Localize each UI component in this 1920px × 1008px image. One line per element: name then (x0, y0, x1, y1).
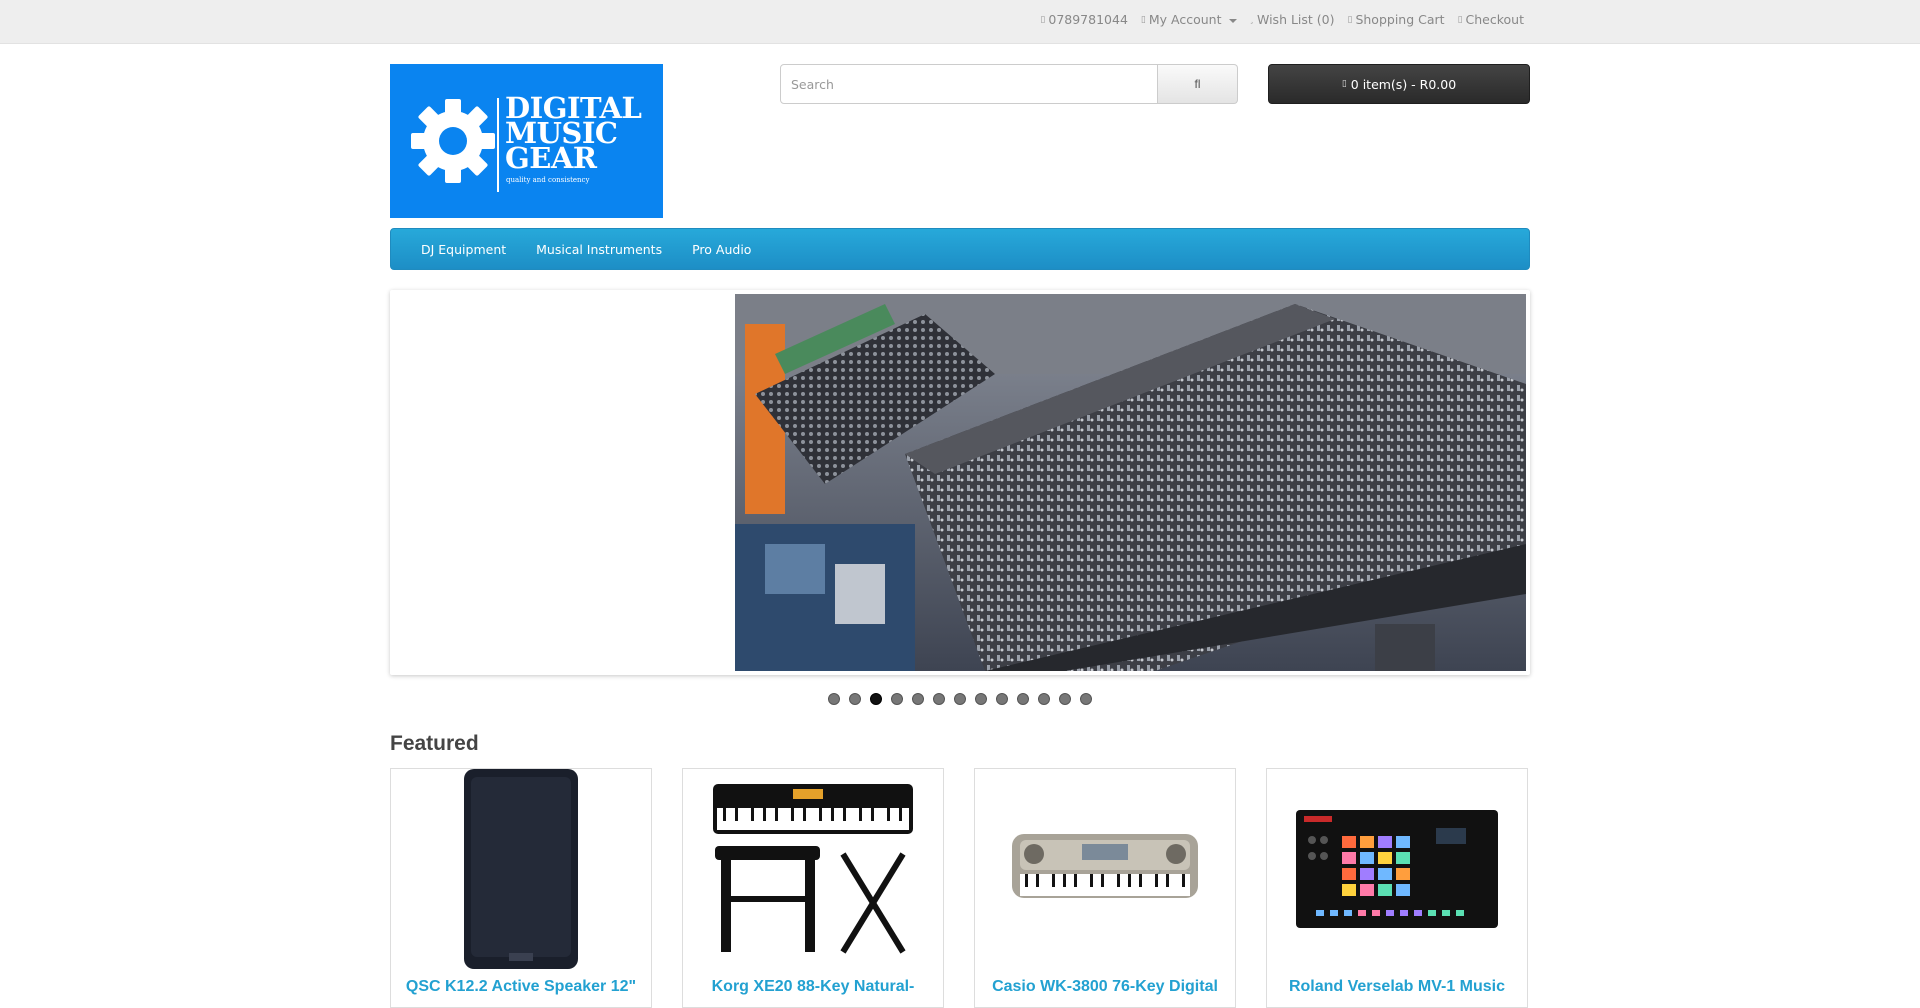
product-name[interactable]: Korg XE20 88-Key Natural- (683, 978, 943, 996)
pager-dot[interactable] (1017, 693, 1029, 705)
search-icon: ﬂ (1194, 77, 1201, 91)
product-card[interactable]: Korg XE20 88-Key Natural- (682, 768, 944, 1008)
gear-icon (411, 99, 495, 183)
search-bar: ﬂ (780, 64, 1238, 104)
my-account-label: My Account (1148, 12, 1222, 27)
pager-dot[interactable] (849, 693, 861, 705)
product-image-digital-piano[interactable] (683, 769, 943, 969)
slideshow[interactable] (390, 290, 1530, 675)
pager-dot[interactable] (1038, 693, 1050, 705)
shopping-cart-label: Shopping Cart (1355, 12, 1445, 27)
logo-wordmark: DIGITAL MUSIC GEAR (505, 94, 642, 175)
slideshow-pager (828, 693, 1092, 705)
product-name[interactable]: Casio WK-3800 76-Key Digital (975, 978, 1235, 996)
menu-item-pro-audio[interactable]: Pro Audio (677, 242, 766, 257)
search-input[interactable] (780, 64, 1158, 104)
share-icon: ▯ (1457, 14, 1463, 25)
top-bar: ▯ 0789781044 ▯ My Account ¸ Wish List (0… (0, 0, 1920, 44)
pager-dot[interactable] (1080, 693, 1092, 705)
pager-dot[interactable] (975, 693, 987, 705)
product-name[interactable]: QSC K12.2 Active Speaker 12" (391, 978, 651, 996)
featured-heading: Featured (390, 732, 479, 755)
pager-dot[interactable] (933, 693, 945, 705)
product-image-keyboard[interactable] (975, 769, 1235, 969)
pager-dot[interactable] (891, 693, 903, 705)
wishlist-link[interactable]: ¸ Wish List (0) (1250, 12, 1335, 27)
product-card[interactable]: Casio WK-3800 76-Key Digital (974, 768, 1236, 1008)
phone-number: 0789781044 (1048, 12, 1128, 27)
my-account-dropdown[interactable]: ▯ My Account (1141, 12, 1237, 27)
top-links: ▯ 0789781044 ▯ My Account ¸ Wish List (0… (1040, 12, 1524, 27)
product-card[interactable]: Roland Verselab MV-1 Music (1266, 768, 1528, 1008)
cart-summary: 0 item(s) - R0.00 (1350, 76, 1457, 92)
featured-products: QSC K12.2 Active Speaker 12" Korg XE20 8… (390, 768, 1530, 1008)
cart-button[interactable]: ▯ 0 item(s) - R0.00 (1268, 64, 1530, 104)
product-name[interactable]: Roland Verselab MV-1 Music (1267, 978, 1527, 996)
pager-dot[interactable] (1059, 693, 1071, 705)
logo-divider (497, 98, 499, 192)
phone-link[interactable]: ▯ 0789781044 (1040, 12, 1127, 27)
heart-icon: ¸ (1249, 14, 1255, 25)
pager-dot[interactable] (912, 693, 924, 705)
pager-dot[interactable] (954, 693, 966, 705)
store-logo[interactable]: DIGITAL MUSIC GEAR quality and consisten… (390, 64, 663, 218)
pager-dot[interactable] (870, 693, 882, 705)
pager-dot[interactable] (828, 693, 840, 705)
checkout-link[interactable]: ▯ Checkout (1458, 12, 1524, 27)
menu-item-dj-equipment[interactable]: DJ Equipment (406, 242, 521, 257)
main-menu: DJ Equipment Musical Instruments Pro Aud… (390, 228, 1530, 270)
logo-line-3: GEAR (505, 141, 597, 175)
phone-icon: ▯ (1040, 14, 1046, 25)
menu-item-musical-instruments[interactable]: Musical Instruments (521, 242, 677, 257)
wishlist-label: Wish List (0) (1257, 12, 1335, 27)
slide-image-mixing-console (735, 294, 1526, 671)
product-card[interactable]: QSC K12.2 Active Speaker 12" (390, 768, 652, 1008)
product-image-speaker[interactable] (391, 769, 651, 969)
search-button[interactable]: ﬂ (1158, 64, 1238, 104)
caret-down-icon (1228, 18, 1237, 23)
logo-tagline: quality and consistency (506, 176, 590, 184)
cart-icon: ▯ (1347, 14, 1353, 25)
cart-icon: ▯ (1341, 79, 1347, 89)
shopping-cart-link[interactable]: ▯ Shopping Cart (1348, 12, 1445, 27)
checkout-label: Checkout (1465, 12, 1524, 27)
user-icon: ▯ (1140, 14, 1146, 25)
pager-dot[interactable] (996, 693, 1008, 705)
product-image-music-workstation[interactable] (1267, 769, 1527, 969)
